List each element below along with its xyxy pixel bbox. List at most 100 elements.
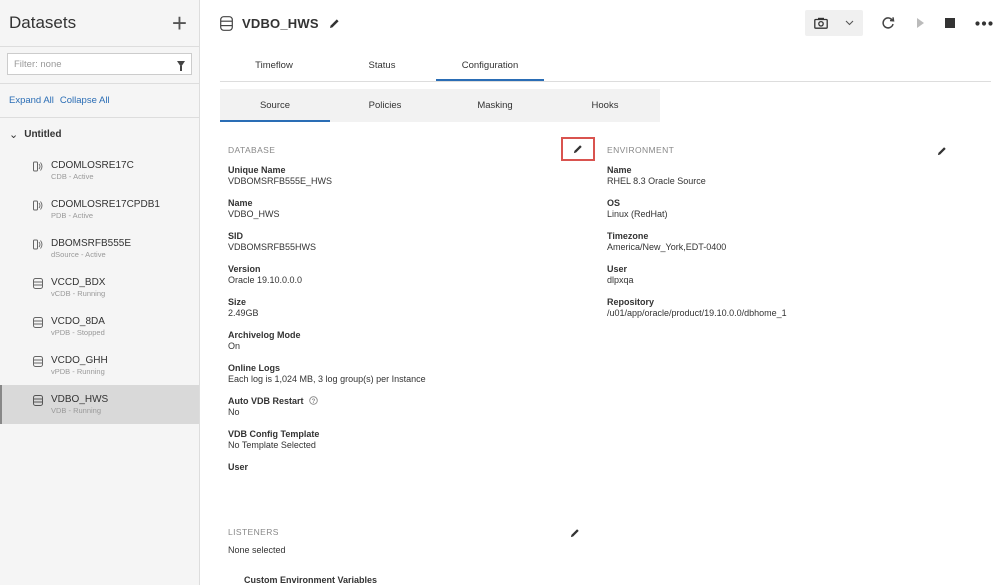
snapshot-button[interactable] [805, 10, 863, 36]
field-name: Name VDBO_HWS [228, 198, 548, 220]
field-label: VDB Config Template [228, 429, 320, 439]
dataset-name: CDOMLOSRE17C [51, 160, 134, 171]
main-tabs: Timeflow Status Configuration [220, 46, 991, 82]
dataset-item-cdomlosre17cpdb1[interactable]: CDOMLOSRE17CPDB1 PDB - Active [0, 190, 199, 229]
field-sid: SID VDBOMSRFB55HWS [228, 231, 548, 253]
dataset-status: VDB - Running [51, 406, 102, 415]
subtab-hooks[interactable]: Hooks [550, 89, 660, 122]
listeners-value: None selected [228, 545, 286, 555]
field-label: Unique Name [228, 165, 286, 175]
cdb-icon [33, 239, 43, 250]
dataset-name: VCCD_BDX [51, 277, 106, 288]
field-value: No Template Selected [228, 440, 316, 450]
dataset-status: dSource - Active [51, 250, 106, 259]
subtab-masking[interactable]: Masking [440, 89, 550, 122]
field-env-user: User dlpxqa [607, 264, 937, 286]
database-icon [33, 317, 43, 328]
dataset-name: VCDO_8DA [51, 316, 105, 327]
field-label: OS [607, 198, 621, 208]
dataset-name: DBOMSRFB555E [51, 238, 132, 249]
more-button[interactable] [975, 20, 993, 26]
chevron-down-icon[interactable] [845, 20, 854, 26]
field-value: RHEL 8.3 Oracle Source [607, 176, 706, 186]
field-value: dlpxqa [607, 275, 634, 285]
field-label: Auto VDB Restart [228, 396, 304, 406]
dataset-name: VDBO_HWS [51, 394, 109, 405]
dataset-item-vccd-bdx[interactable]: VCCD_BDX vCDB - Running [0, 268, 199, 307]
collapse-all-link[interactable]: Collapse All [60, 95, 110, 106]
field-label: Name [607, 165, 632, 175]
help-icon[interactable]: ? [309, 396, 318, 405]
edit-environment-icon[interactable] [937, 146, 947, 156]
field-version: Version Oracle 19.10.0.0.0 [228, 264, 548, 286]
field-os: OS Linux (RedHat) [607, 198, 937, 220]
edit-database-button[interactable] [561, 137, 595, 161]
field-unique-name: Unique Name VDBOMSRFB555E_HWS [228, 165, 548, 187]
field-label: User [607, 264, 628, 274]
filter-icon[interactable] [177, 61, 185, 71]
dataset-header: VDBO_HWS [201, 0, 999, 46]
edit-title-icon[interactable] [329, 18, 340, 29]
tab-status[interactable]: Status [328, 46, 436, 81]
custom-env-heading: Custom Environment Variables [244, 575, 378, 585]
tab-configuration[interactable]: Configuration [436, 46, 544, 81]
field-timezone: Timezone America/New_York,EDT-0400 [607, 231, 937, 253]
subtab-source[interactable]: Source [220, 89, 330, 122]
dataset-status: vPDB - Running [51, 367, 105, 376]
expand-all-link[interactable]: Expand All [9, 95, 54, 106]
dataset-item-vcdo-ghh[interactable]: VCDO_GHH vPDB - Running [0, 346, 199, 385]
listeners-section: LISTENERS None selected [228, 527, 548, 556]
database-heading: DATABASE [228, 145, 276, 155]
subtab-policies[interactable]: Policies [330, 89, 440, 122]
cdb-icon [33, 161, 43, 172]
field-value: Linux (RedHat) [607, 209, 668, 219]
field-label-row: Auto VDB Restart ? [228, 396, 548, 407]
filter-input[interactable]: Filter: none [7, 53, 192, 75]
field-label: SID [228, 231, 244, 241]
database-section: DATABASE Unique Name VDBOMSRFB555E_HWS N… [228, 145, 548, 473]
field-value: Each log is 1,024 MB, 3 log group(s) per… [228, 374, 426, 384]
environment-heading: ENVIRONMENT [607, 145, 675, 155]
refresh-icon [882, 17, 895, 29]
field-value: On [228, 341, 241, 351]
camera-icon [813, 17, 828, 29]
dataset-item-cdomlosre17c[interactable]: CDOMLOSRE17C CDB - Active [0, 151, 199, 190]
database-icon [33, 356, 43, 367]
dataset-item-vdbo-hws[interactable]: VDBO_HWS VDB - Running [0, 385, 199, 424]
dataset-item-dbomsrfb555e[interactable]: DBOMSRFB555E dSource - Active [0, 229, 199, 268]
add-dataset-icon[interactable]: + [172, 10, 187, 36]
chevron-down-icon[interactable]: ⌄ [9, 128, 18, 141]
dataset-status: PDB - Active [51, 211, 94, 220]
dataset-status: vCDB - Running [51, 289, 106, 298]
dataset-name: CDOMLOSRE17CPDB1 [51, 199, 160, 210]
tab-timeflow[interactable]: Timeflow [220, 46, 328, 81]
filter-placeholder: Filter: none [14, 58, 62, 70]
field-label: Timezone [607, 231, 649, 241]
field-auto-vdb-restart: Auto VDB Restart ? No [228, 396, 548, 418]
group-untitled[interactable]: ⌄ Untitled [0, 117, 199, 151]
field-value: VDBOMSRFB55HWS [228, 242, 317, 252]
dataset-status: vPDB - Stopped [51, 328, 105, 337]
stop-icon [945, 18, 955, 28]
more-icon [975, 20, 993, 26]
edit-listeners-icon[interactable] [570, 528, 580, 538]
database-icon [33, 395, 43, 406]
field-env-name: Name RHEL 8.3 Oracle Source [607, 165, 937, 187]
listeners-heading: LISTENERS [228, 527, 279, 537]
start-button[interactable] [915, 17, 925, 29]
refresh-button[interactable] [881, 16, 895, 30]
field-vdb-config-template: VDB Config Template No Template Selected [228, 429, 548, 451]
field-label: Archivelog Mode [228, 330, 301, 340]
environment-section: ENVIRONMENT Name RHEL 8.3 Oracle Source … [607, 145, 937, 319]
dataset-item-vcdo-8da[interactable]: VCDO_8DA vPDB - Stopped [0, 307, 199, 346]
expand-collapse-row: Expand All Collapse All [0, 84, 199, 117]
field-user: User [228, 462, 548, 473]
field-label: Name [228, 198, 253, 208]
svg-text:?: ? [312, 399, 316, 405]
field-label: Version [228, 264, 261, 274]
field-label: Online Logs [228, 363, 281, 373]
field-value: Oracle 19.10.0.0.0 [228, 275, 303, 285]
field-value: VDBO_HWS [228, 209, 280, 219]
database-icon [33, 278, 43, 289]
stop-button[interactable] [945, 18, 955, 28]
